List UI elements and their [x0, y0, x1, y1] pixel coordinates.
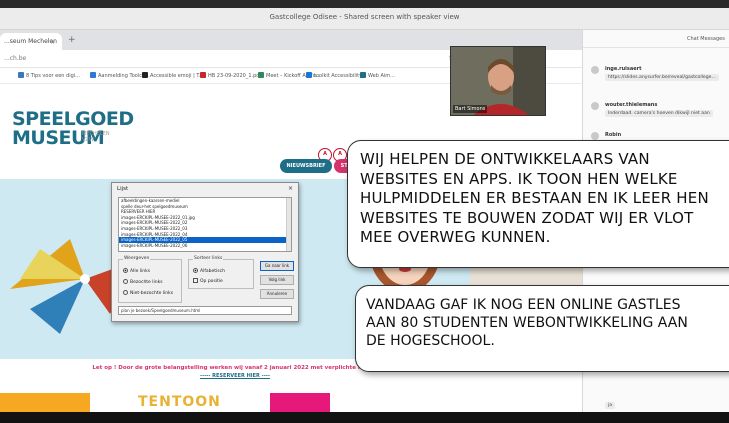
links-list-item[interactable]: images-ERCKIPL-MUSEE-2022_06 [119, 243, 291, 249]
bookmark-item[interactable]: Aanmelding Toolca... [90, 72, 150, 79]
address-bar-url: ...ch.be [4, 55, 27, 62]
bookmark-label: toolkit Accessibility... [314, 73, 367, 79]
museum-logo-subtitle: MECHELEN VZW [82, 131, 110, 143]
links-list-dialog: Lijst × afbeeldingen-kaarsen-mediel spell… [111, 182, 299, 322]
bookmark-favicon-icon [142, 72, 148, 78]
listbox-scrollbar[interactable] [286, 198, 291, 251]
bookmark-favicon-icon [360, 72, 366, 78]
follow-link-button[interactable]: Volg link [260, 275, 294, 285]
chat-header: Chat Messages [583, 30, 729, 48]
exhibition-heading: TENTOON [138, 394, 221, 410]
pink-banner [270, 393, 330, 412]
speech-bubble-2: VANDAAG GAF IK NOG EEN ONLINE GASTLES AA… [355, 285, 729, 372]
bubble-2-line-2: AAN 80 STUDENTEN WEBONTWIKKELING AAN [366, 315, 688, 331]
newsletter-button[interactable]: NIEUWSBRIEF [280, 159, 332, 173]
bookmark-favicon-icon [18, 72, 24, 78]
bubble-2-line-3: DE HOGESCHOOL. [366, 333, 495, 349]
chat-sender-name: inge.ruisaert [605, 66, 642, 72]
links-listbox[interactable]: afbeeldingen-kaarsen-mediel spelle deur-h… [118, 197, 292, 252]
close-icon[interactable]: × [50, 39, 55, 46]
radio-icon [123, 268, 128, 273]
monitor-bezel [0, 412, 729, 423]
radio-icon [123, 290, 128, 295]
bubble-1-line-2: WEBSITES EN APPS. IK TOON HEN WELKE [360, 169, 678, 188]
bubble-2-line-1: VANDAAG GAF IK NOG EEN ONLINE GASTLES [366, 297, 681, 313]
bookmark-label: 8 Tips voor een digi... [26, 73, 80, 79]
radio-sort-alphabetical[interactable]: Alfabetisch [193, 268, 225, 274]
speaker-video[interactable]: Bart Simons [450, 46, 546, 116]
zoom-titlebar: Gastcollege Odisee - Shared screen with … [0, 8, 729, 30]
view-options-group: Weergeven Alle links Bezochte links Niet… [118, 256, 182, 303]
avatar [591, 102, 599, 110]
bookmark-item[interactable]: toolkit Accessibility... [306, 72, 366, 79]
sort-options-label: Sorteer links [193, 256, 224, 261]
radio-visited-links[interactable]: Bezochte links [123, 279, 163, 285]
view-options-label: Weergeven [123, 256, 151, 261]
bubble-1-line-3: HULPMIDDELEN ER BESTAAN EN IK LEER HEN [360, 189, 709, 207]
bubble-1-line-1: WIJ HELPEN DE ONTWIKKELAARS VAN [360, 150, 650, 168]
radio-all-links[interactable]: Alle links [123, 268, 150, 274]
speaker-name-label: Bart Simons [453, 105, 488, 113]
reserve-link[interactable]: ----- RESERVEER HIER ---- [0, 373, 470, 379]
browser-tab[interactable]: ...seum Mechelen × [0, 33, 62, 50]
chat-title: Chat Messages [687, 36, 725, 42]
orange-banner [0, 393, 90, 412]
chat-message-text: Inderdaad. camera's hoeven dikwijl niet … [605, 110, 713, 117]
bookmark-label: Web Aim... [368, 73, 395, 79]
page-bottom-strip: TENTOON [0, 389, 582, 412]
radio-icon [193, 268, 198, 273]
bookmark-item[interactable]: Web Aim... [360, 72, 395, 79]
bookmark-favicon-icon [258, 72, 264, 78]
bookmark-favicon-icon [306, 72, 312, 78]
avatar [591, 66, 599, 74]
go-to-link-button[interactable]: Ga naar link [260, 261, 294, 271]
bookmark-favicon-icon [90, 72, 96, 78]
cancel-button[interactable]: Annuleren [260, 289, 294, 299]
sort-options-group: Sorteer links Alfabetisch Op positie [188, 256, 254, 289]
bookmark-item[interactable]: HB 23-09-2020_1.pdf [200, 72, 261, 79]
speech-bubble-1: WIJ HELPEN DE ONTWIKKELAARS VAN WEBSITES… [347, 140, 729, 268]
chat-message-text: ja [605, 402, 616, 409]
chat-sender-name: wouter.thielemans [605, 102, 658, 108]
bookmark-item[interactable]: 8 Tips voor een digi... [18, 72, 80, 79]
checkbox-icon [193, 278, 198, 283]
avatar [591, 132, 599, 140]
dialog-title: Lijst [117, 186, 129, 192]
chat-sender-name: Robin [605, 132, 622, 138]
bookmark-item[interactable]: Accessible emoji | T... [142, 72, 204, 79]
bubble-1-line-4: WEBSITES TE BOUWEN ZODAT WIJ ER VLOT [360, 208, 694, 227]
bubble-1-line-5: MEE OVERWEG KUNNEN. [360, 228, 551, 246]
chat-message-text: https://slides.anysurfer.be/reveal/gastc… [605, 74, 719, 81]
link-path-field[interactable]: plan je bezoek/Speelgoedmuseum.html [118, 306, 292, 315]
browser-tab-label: ...seum Mechelen [4, 38, 57, 45]
checkbox-sort-position[interactable]: Op positie [193, 278, 223, 284]
zoom-window-title: Gastcollege Odisee - Shared screen with … [269, 13, 460, 21]
close-icon[interactable]: × [288, 185, 293, 192]
radio-unvisited-links[interactable]: Niet-bezochte links [123, 290, 173, 296]
new-tab-button[interactable]: + [68, 35, 76, 45]
bookmark-favicon-icon [200, 72, 206, 78]
bookmark-label: HB 23-09-2020_1.pdf [208, 73, 262, 79]
bookmark-label: Accessible emoji | T... [150, 73, 204, 79]
radio-icon [123, 279, 128, 284]
